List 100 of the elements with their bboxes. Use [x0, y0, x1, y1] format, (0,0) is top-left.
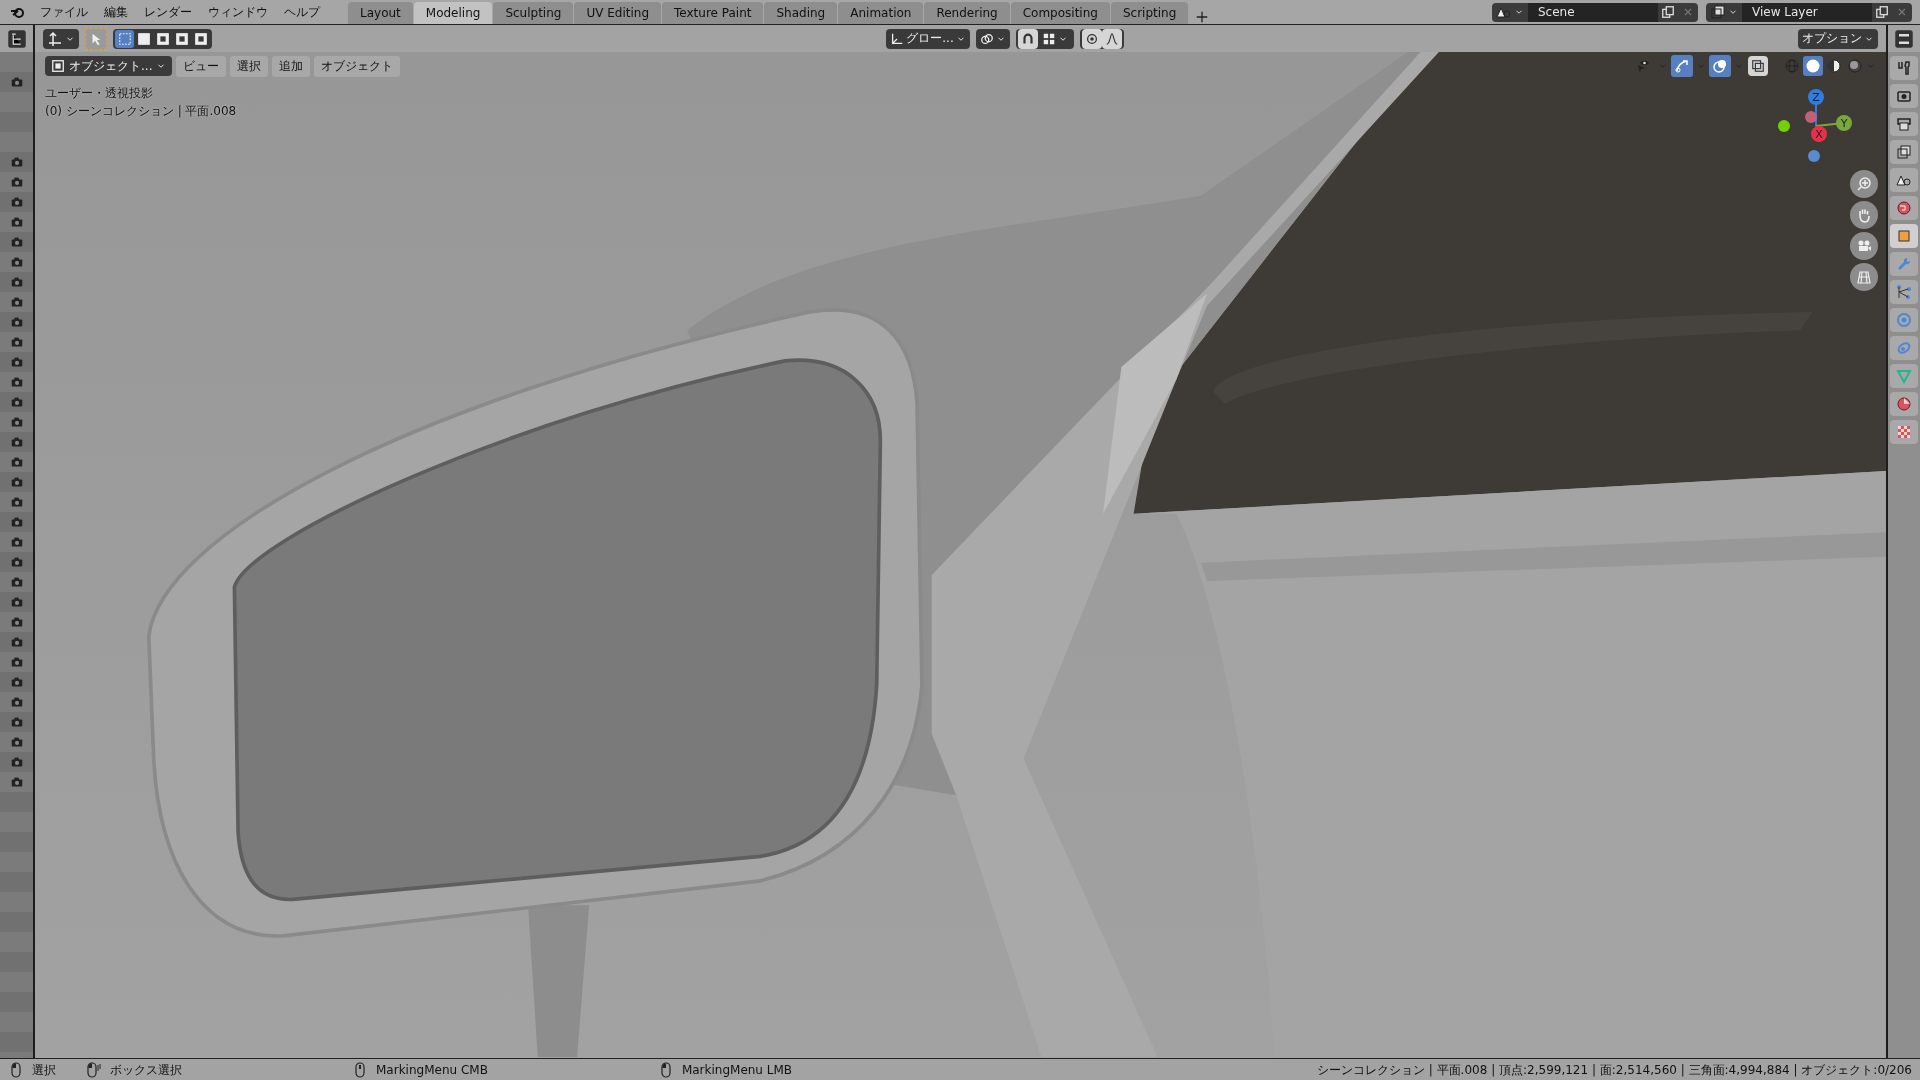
camera-icon [9, 655, 24, 669]
camera-icon [9, 155, 24, 169]
camera-icon [9, 355, 24, 369]
menu-item[interactable]: レンダー [136, 1, 200, 23]
view-layer-name-field[interactable]: View Layer [1742, 2, 1872, 22]
collection-info-label: (0) シーンコレクション | 平面.008 [45, 103, 237, 120]
sphere-icon [1896, 396, 1912, 412]
negative-axis-handle[interactable] [1808, 150, 1820, 162]
close-icon [1682, 6, 1694, 18]
workspace-tab[interactable]: Rendering [924, 2, 1010, 24]
interaction-mode-dropdown[interactable]: オブジェクト... [45, 56, 173, 76]
select-box-icon [174, 31, 189, 46]
shaded-sphere-icon [1847, 58, 1863, 74]
camera-icon [9, 755, 24, 769]
proportional-edit-toggle[interactable] [1081, 28, 1102, 49]
workspace-tab[interactable]: Layout [348, 2, 413, 24]
menu-item[interactable]: ヘルプ [276, 1, 328, 23]
scene-name-field[interactable]: Scene [1528, 2, 1658, 22]
zoom-icon [1856, 176, 1872, 192]
viewport-menu[interactable]: ビュー [176, 55, 227, 77]
camera-icon [9, 335, 24, 349]
menu-item[interactable]: 編集 [96, 1, 136, 23]
orbit-icon [1896, 312, 1912, 328]
camera-icon [9, 495, 24, 509]
half-sphere-icon [1826, 58, 1842, 74]
wireframe-sphere-icon [1784, 58, 1800, 74]
printer-icon [1896, 116, 1912, 132]
camera-icon [9, 555, 24, 569]
link-rings-icon [979, 31, 994, 46]
camera-icon [9, 275, 24, 289]
properties-tab[interactable] [1890, 392, 1918, 416]
gizmo-arrow-icon [1674, 58, 1690, 74]
select-box-icon [136, 31, 151, 46]
screwdriver-icon [1896, 60, 1912, 76]
properties-tab[interactable] [1890, 112, 1918, 136]
shading-mode-button[interactable] [1845, 56, 1865, 76]
selection-mode-button[interactable] [115, 29, 134, 48]
solid-sphere-icon [1805, 58, 1821, 74]
camera-icon [9, 535, 24, 549]
workspace-tab[interactable]: Sculpting [493, 2, 574, 24]
workspace-tab[interactable]: Texture Paint [662, 2, 764, 24]
properties-tab[interactable] [1890, 196, 1918, 220]
square-icon [1896, 228, 1912, 244]
properties-tab[interactable] [1890, 56, 1918, 80]
axis-label: Y [1840, 117, 1848, 130]
properties-tab[interactable] [1890, 84, 1918, 108]
viewport-menu[interactable]: 選択 [230, 55, 269, 77]
workspace-tab[interactable]: Animation [838, 2, 924, 24]
camera-icon [1896, 88, 1912, 104]
workspace-tab[interactable]: Shading [764, 2, 838, 24]
camera-icon [9, 195, 24, 209]
xray-toggle[interactable] [1748, 56, 1768, 76]
viewport-toggle[interactable] [1671, 55, 1693, 77]
close-icon [1896, 6, 1908, 18]
negative-axis-handle[interactable] [1805, 111, 1817, 123]
workspace-tab[interactable]: Compositing [1010, 2, 1110, 24]
options-dropdown[interactable]: オプション [1798, 28, 1878, 49]
camera-icon [9, 75, 24, 89]
menu-item[interactable]: ウィンドウ [200, 1, 276, 23]
camera-icon [9, 175, 24, 189]
axis-label: Z [1812, 91, 1820, 104]
camera-icon [9, 415, 24, 429]
grid-icon [1856, 269, 1872, 285]
transform-orientation-dropdown[interactable]: グロー... [886, 28, 970, 49]
pivot-point-dropdown[interactable] [975, 28, 1010, 49]
negative-axis-handle[interactable] [1778, 120, 1790, 132]
object-mode-icon [51, 59, 65, 73]
status-hint: MarkingMenu CMB [376, 1063, 488, 1077]
target-icon [1084, 31, 1099, 46]
snap-toggle[interactable] [1017, 28, 1038, 49]
camera-icon [9, 595, 24, 609]
shading-mode-button[interactable] [1824, 56, 1844, 76]
properties-tab[interactable] [1890, 140, 1918, 164]
camera-icon [9, 695, 24, 709]
workspace-tab[interactable]: UV Editing [574, 2, 662, 24]
workspace-tab[interactable]: Modeling [413, 2, 493, 24]
camera-icon [9, 575, 24, 589]
camera-icon [9, 615, 24, 629]
camera-icon [9, 775, 24, 789]
axes-icon [890, 31, 905, 46]
magnet-icon [1020, 31, 1035, 46]
overlay-circles-icon [1712, 58, 1728, 74]
tool-settings-button[interactable] [43, 28, 79, 49]
viewport-menu[interactable]: オブジェクト [314, 55, 401, 77]
image-stack-icon [1896, 144, 1912, 160]
select-box-icon [117, 31, 132, 46]
properties-tab[interactable] [1890, 168, 1918, 192]
navigation-gizmo[interactable]: Z Y X [1776, 86, 1856, 166]
falloff-dropdown[interactable] [1101, 28, 1122, 49]
menu-item[interactable]: ファイル [32, 1, 96, 23]
viewport-menu[interactable]: 追加 [272, 55, 311, 77]
properties-editor-icon [1894, 28, 1914, 49]
checker-icon [1896, 424, 1912, 440]
shading-mode-button[interactable] [1803, 56, 1823, 76]
hand-icon [1856, 207, 1872, 223]
wrench-icon [1896, 256, 1912, 272]
camera-icon [9, 635, 24, 649]
camera-icon [9, 735, 24, 749]
viewport-toggle[interactable] [1709, 55, 1731, 77]
workspace-tab[interactable]: Scripting [1110, 2, 1189, 24]
